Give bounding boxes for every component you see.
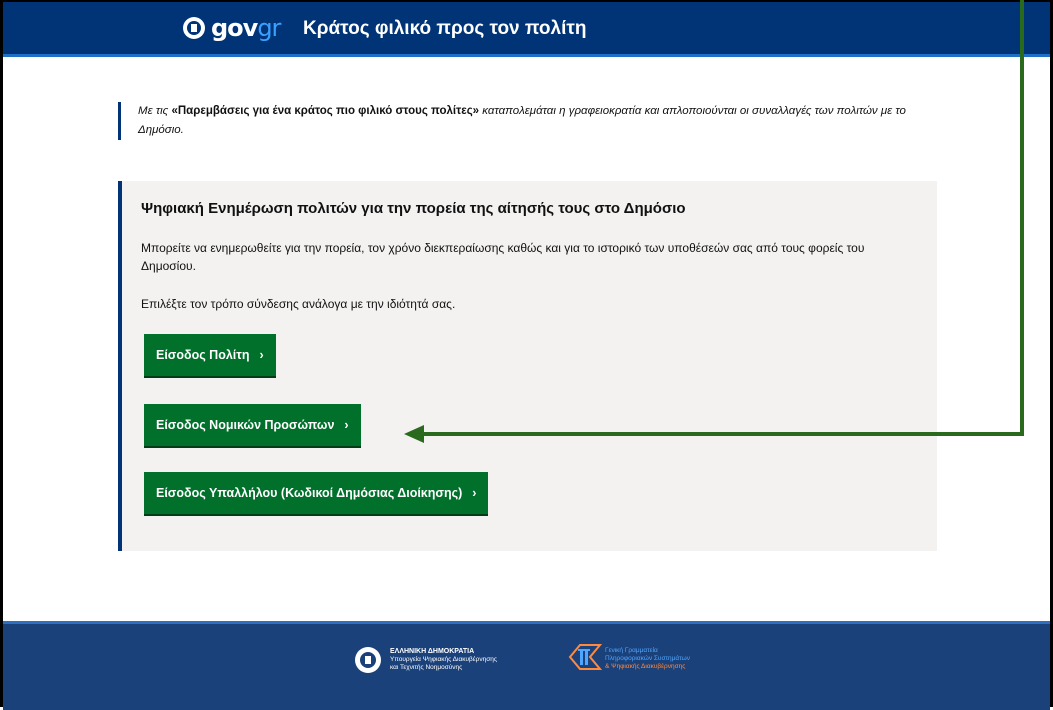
employee-login-label: Είσοδος Υπαλλήλου (Κωδικοί Δημόσιας Διοί… — [156, 486, 463, 500]
ministry-title: ΕΛΛΗΝΙΚΗ ΔΗΜΟΚΡΑΤΙΑ — [390, 648, 475, 655]
chevron-right-icon: › — [259, 348, 264, 362]
header-tagline: Κράτος φιλικό προς τον πολίτη — [303, 18, 587, 39]
citizen-login-label: Είσοδος Πολίτη — [156, 348, 250, 362]
gsis-line-3: & Ψηφιακής Διακυβέρνησης — [605, 663, 686, 670]
gsis-logo-text: Γενική Γραμματεία Πληροφοριακών Συστημάτ… — [605, 647, 690, 671]
ministry-logo-text[interactable]: ΕΛΛΗΝΙΚΗ ΔΗΜΟΚΡΑΤΙΑ Υπουργεία Ψηφιακής Δ… — [390, 648, 497, 672]
gsis-line-2: Πληροφοριακών Συστημάτων — [605, 655, 690, 662]
intro-prefix: Με τις — [138, 105, 172, 117]
employee-login-button[interactable]: Είσοδος Υπαλλήλου (Κωδικοί Δημόσιας Διοί… — [144, 472, 489, 514]
panel-choose-text: Επιλέξτε τον τρόπο σύνδεσης ανάλογα με τ… — [141, 297, 456, 311]
panel-description: Μπορείτε να ενημερωθείτε για την πορεία,… — [141, 241, 865, 273]
legal-entity-login-button[interactable]: Είσοδος Νομικών Προσώπων › — [144, 404, 361, 446]
intro-quote: Με τις «Παρεμβάσεις για ένα κράτος πιο φ… — [118, 102, 938, 140]
site-footer: ΕΛΛΗΝΙΚΗ ΔΗΜΟΚΡΑΤΙΑ Υπουργεία Ψηφιακής Δ… — [3, 621, 1050, 710]
panel-title: Ψηφιακή Ενημέρωση πολιτών για την πορεία… — [141, 200, 686, 217]
greek-emblem-icon — [355, 647, 381, 673]
chevron-right-icon: › — [472, 486, 477, 500]
login-panel: Ψηφιακή Ενημέρωση πολιτών για την πορεία… — [118, 181, 937, 551]
citizen-login-button[interactable]: Είσοδος Πολίτη › — [144, 334, 276, 376]
gsis-line-1: Γενική Γραμματεία — [605, 647, 658, 654]
greek-emblem-icon — [183, 17, 205, 39]
ministry-line-2: και Τεχνιτής Νοημοσύνης — [390, 664, 463, 671]
ministry-line-1: Υπουργεία Ψηφιακής Διακυβέρνησης — [390, 656, 497, 663]
intro-bold: «Παρεμβάσεις για ένα κράτος πιο φιλικό σ… — [171, 105, 480, 117]
site-header: govgr Κράτος φιλικό προς τον πολίτη — [3, 2, 1050, 57]
legal-entity-login-label: Είσοδος Νομικών Προσώπων — [156, 418, 335, 432]
chevron-right-icon: › — [344, 418, 349, 432]
gsis-logo-icon[interactable] — [568, 642, 602, 672]
govgr-logo[interactable]: govgr — [183, 13, 281, 43]
brand-name: govgr — [211, 14, 281, 42]
